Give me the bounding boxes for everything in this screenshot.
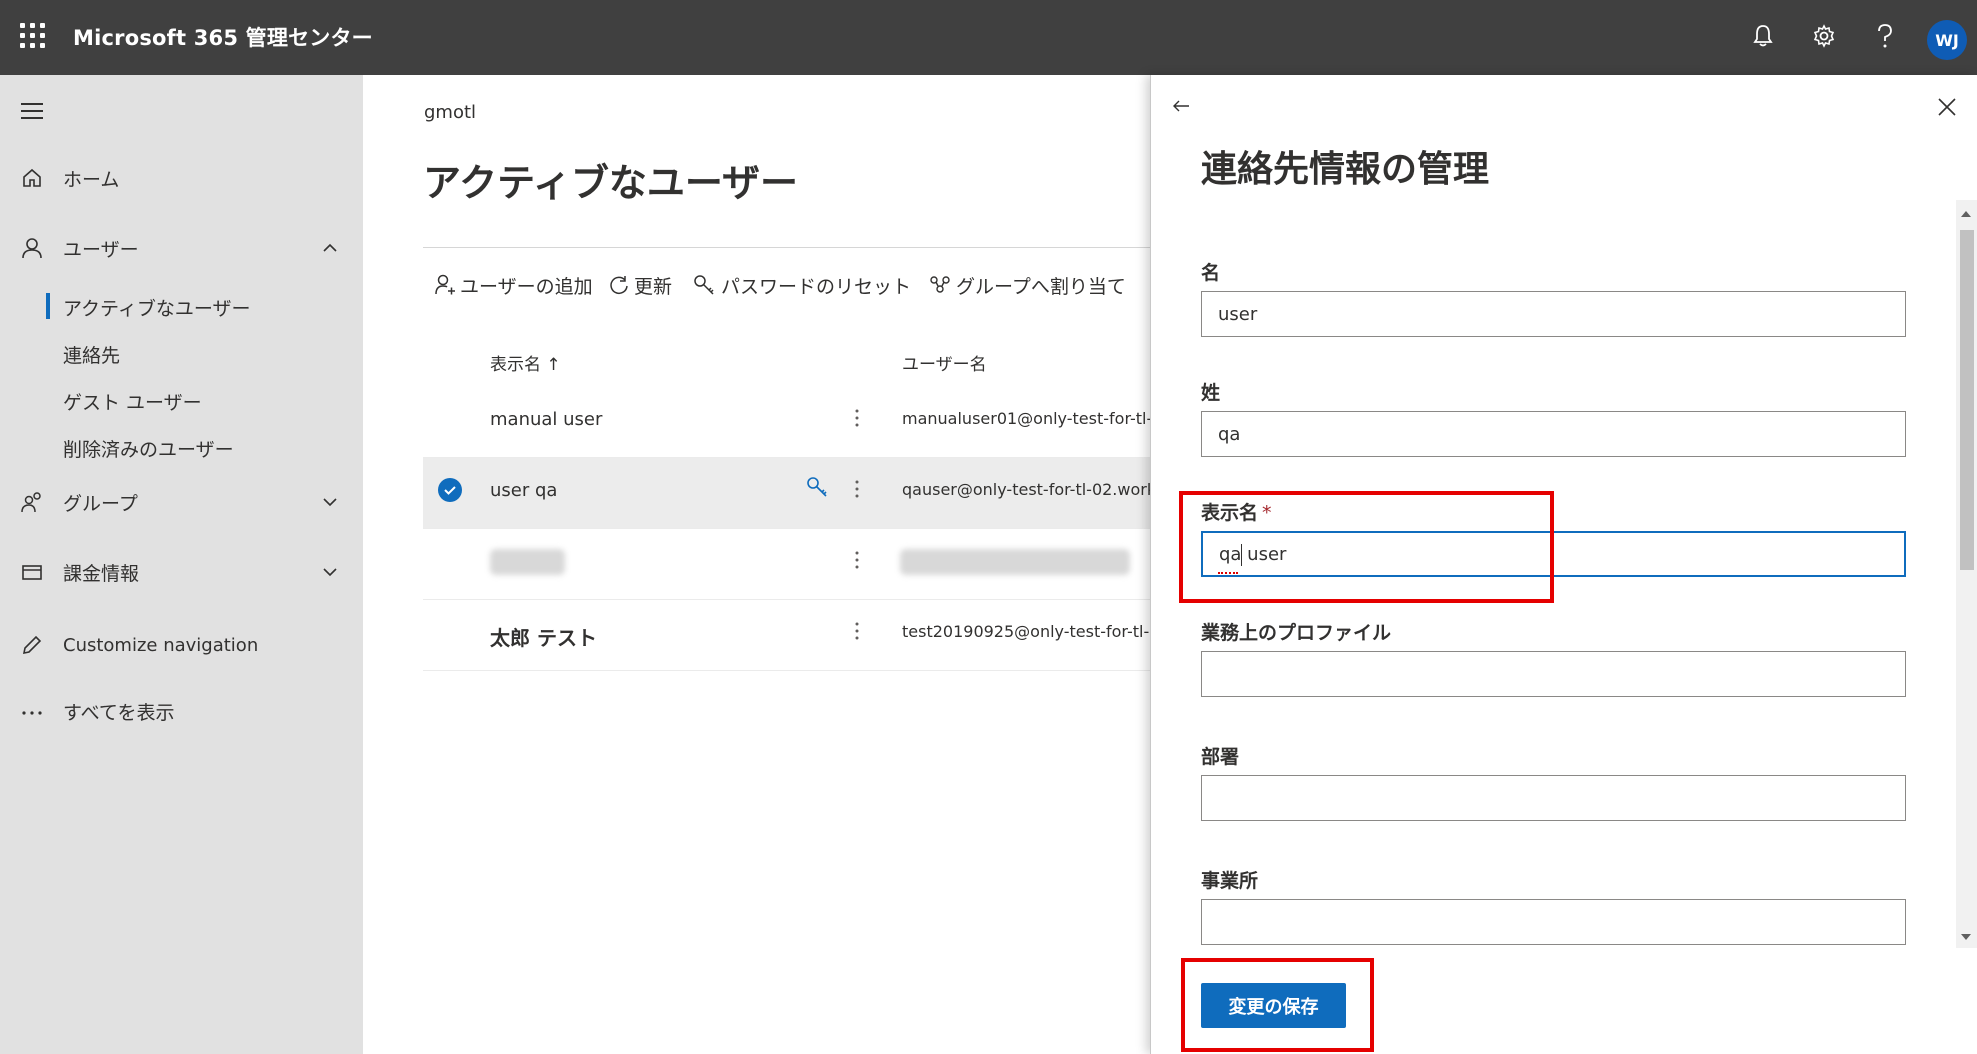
reset-password-button[interactable]: パスワードのリセット bbox=[693, 270, 911, 300]
redacted-username bbox=[900, 549, 1130, 575]
job-title-field[interactable] bbox=[1201, 651, 1906, 697]
nav-item-groups[interactable]: グループ bbox=[0, 479, 363, 525]
nav-item-label: Customize navigation bbox=[63, 634, 259, 656]
first-name-field[interactable] bbox=[1201, 291, 1906, 337]
table-row[interactable]: manual user manualuser01@only-test-for-t… bbox=[423, 387, 1150, 458]
more-options-icon[interactable] bbox=[853, 620, 861, 644]
sidebar-item-label: ゲスト ユーザー bbox=[63, 392, 202, 414]
avatar[interactable]: WJ bbox=[1927, 20, 1967, 60]
help-icon[interactable] bbox=[1869, 20, 1901, 52]
row-display-name[interactable]: 太郎 テスト bbox=[490, 622, 597, 651]
key-icon bbox=[694, 275, 714, 295]
more-options-icon[interactable] bbox=[853, 549, 861, 573]
home-icon bbox=[23, 168, 41, 187]
column-header-display-name[interactable]: 表示名 ↑ bbox=[490, 350, 561, 375]
nav-item-label: ユーザー bbox=[63, 238, 139, 261]
add-user-icon bbox=[435, 274, 455, 295]
first-name-label: 名 bbox=[1201, 262, 1221, 284]
waffle-icon[interactable] bbox=[20, 23, 46, 49]
highlight-box-display-name bbox=[1179, 491, 1554, 603]
more-options-icon[interactable] bbox=[853, 407, 861, 431]
more-options-icon[interactable] bbox=[853, 478, 861, 502]
refresh-icon bbox=[610, 276, 628, 295]
nav-item-label: ホーム bbox=[63, 168, 120, 191]
refresh-button[interactable]: 更新 bbox=[608, 270, 672, 300]
assign-to-group-button[interactable]: グループへ割り当て bbox=[928, 270, 1126, 300]
billing-icon bbox=[22, 565, 42, 580]
reset-password-label: パスワードのリセット bbox=[721, 275, 912, 298]
sidebar-item-label: アクティブなユーザー bbox=[63, 298, 251, 320]
row-display-name[interactable]: user qa bbox=[490, 480, 557, 501]
divider bbox=[423, 247, 1150, 248]
close-icon[interactable] bbox=[1936, 96, 1958, 118]
sidebar-item-guest-users[interactable]: ゲスト ユーザー bbox=[0, 380, 363, 420]
nav-item-home[interactable]: ホーム bbox=[0, 155, 363, 201]
sidebar-item-label: 削除済みのユーザー bbox=[63, 439, 234, 461]
org-name: gmotl bbox=[424, 102, 477, 123]
nav-item-customize-navigation[interactable]: Customize navigation bbox=[0, 622, 363, 668]
row-username: test20190925@only-test-for-tl-02.work bbox=[902, 622, 1150, 641]
pencil-icon bbox=[22, 635, 42, 655]
bell-icon[interactable] bbox=[1747, 20, 1779, 52]
hamburger-icon[interactable] bbox=[21, 103, 43, 119]
job-title-label: 業務上のプロファイル bbox=[1201, 622, 1392, 644]
ellipsis-icon bbox=[22, 711, 42, 715]
department-label: 部署 bbox=[1201, 746, 1240, 768]
sidebar-item-label: 連絡先 bbox=[63, 345, 121, 367]
table-row-redacted[interactable] bbox=[423, 529, 1150, 600]
highlight-box-save bbox=[1181, 958, 1374, 1052]
row-display-name[interactable]: manual user bbox=[490, 409, 602, 430]
selected-check-icon[interactable] bbox=[438, 478, 462, 502]
office-field[interactable] bbox=[1201, 899, 1906, 945]
group-icon bbox=[21, 492, 41, 513]
nav-item-show-all[interactable]: すべてを表示 bbox=[0, 688, 363, 734]
table-row-selected[interactable]: user qa qauser@only-test-for-tl-02.work bbox=[423, 458, 1150, 529]
refresh-label: 更新 bbox=[634, 275, 673, 298]
active-indicator bbox=[46, 293, 50, 319]
chevron-down-icon[interactable] bbox=[320, 562, 340, 582]
panel-title: 連絡先情報の管理 bbox=[1201, 149, 1490, 190]
nav-item-users[interactable]: ユーザー bbox=[0, 225, 363, 271]
add-user-label: ユーザーの追加 bbox=[460, 275, 593, 298]
add-user-button[interactable]: ユーザーの追加 bbox=[434, 270, 593, 300]
department-field[interactable] bbox=[1201, 775, 1906, 821]
nav-item-label: 課金情報 bbox=[63, 562, 140, 585]
assign-to-group-label: グループへ割り当て bbox=[956, 275, 1126, 298]
group-assign-icon bbox=[930, 276, 950, 293]
scroll-down-icon[interactable] bbox=[1961, 934, 1971, 940]
app-title[interactable]: Microsoft 365 管理センター bbox=[73, 22, 373, 52]
chevron-up-icon[interactable] bbox=[320, 238, 340, 258]
redacted-display-name bbox=[490, 549, 565, 575]
page-title: アクティブなユーザー bbox=[423, 161, 799, 205]
gear-icon[interactable] bbox=[1808, 20, 1840, 52]
scrollbar-thumb[interactable] bbox=[1960, 230, 1974, 570]
nav-item-label: グループ bbox=[63, 492, 138, 515]
row-username: manualuser01@only-test-for-tl-02.work bbox=[902, 409, 1150, 428]
sidebar-item-contacts[interactable]: 連絡先 bbox=[0, 333, 363, 373]
column-header-username[interactable]: ユーザー名 bbox=[902, 350, 987, 375]
key-icon[interactable] bbox=[805, 475, 829, 499]
sidebar-item-active-users[interactable]: アクティブなユーザー bbox=[0, 286, 363, 326]
office-label: 事業所 bbox=[1201, 870, 1259, 892]
nav-item-label: すべてを表示 bbox=[63, 701, 175, 724]
last-name-field[interactable] bbox=[1201, 411, 1906, 457]
back-arrow-icon[interactable] bbox=[1171, 96, 1191, 116]
top-bar: Microsoft 365 管理センター WJ bbox=[0, 0, 1977, 75]
sidebar-item-deleted-users[interactable]: 削除済みのユーザー bbox=[0, 427, 363, 467]
nav-item-billing[interactable]: 課金情報 bbox=[0, 549, 363, 595]
person-icon bbox=[22, 238, 42, 259]
row-username: qauser@only-test-for-tl-02.work bbox=[902, 480, 1150, 499]
left-navigation: ホーム ユーザー アクティブなユーザー 連絡先 ゲスト ユーザー 削除済みのユー… bbox=[0, 75, 363, 1054]
last-name-label: 姓 bbox=[1201, 382, 1221, 404]
chevron-down-icon[interactable] bbox=[320, 492, 340, 512]
scroll-up-icon[interactable] bbox=[1961, 211, 1971, 217]
table-row[interactable]: 太郎 テスト test20190925@only-test-for-tl-02.… bbox=[423, 600, 1150, 671]
